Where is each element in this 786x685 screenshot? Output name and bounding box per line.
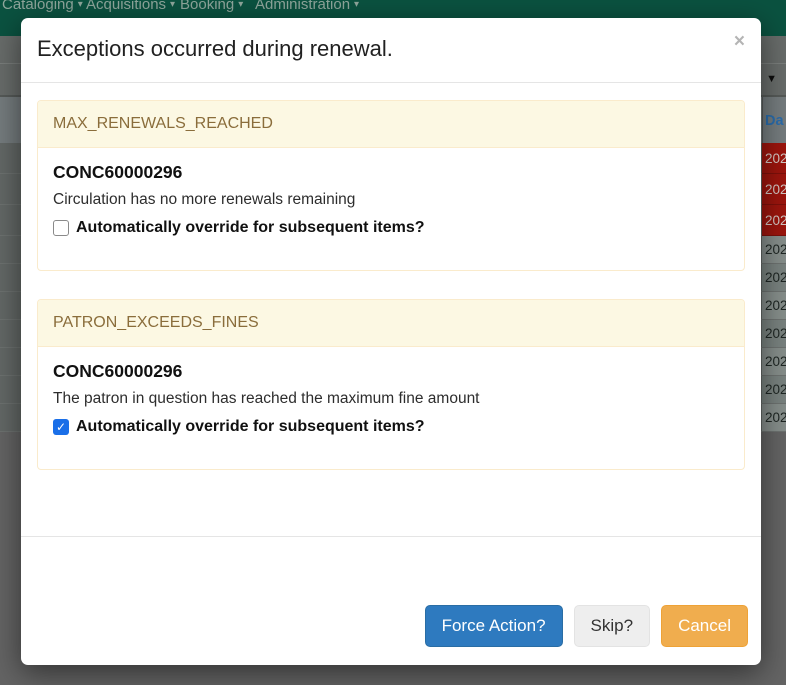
exception-code: PATRON_EXCEEDS_FINES <box>38 300 744 347</box>
exception-message: The patron in question has reached the m… <box>53 390 480 407</box>
column-header-date: Da <box>765 113 784 129</box>
item-barcode: CONC60000296 <box>53 361 183 381</box>
item-barcode: CONC60000296 <box>53 162 183 182</box>
dialog-body: MAX_RENEWALS_REACHED CONC60000296 Circul… <box>21 83 761 536</box>
menu-label: Acquisitions <box>86 0 167 13</box>
dialog-title: Exceptions occurred during renewal. <box>37 36 393 61</box>
due-date-cell: 202 <box>762 264 786 292</box>
override-row: Automatically override for subsequent it… <box>53 219 729 237</box>
menu-label: Booking <box>180 0 235 13</box>
due-date-cell: 202 <box>762 143 786 174</box>
menu-booking[interactable]: Booking ▾ <box>180 0 243 13</box>
menu-administration[interactable]: Administration ▾ <box>255 0 359 13</box>
chevron-down-icon: ▾ <box>354 0 360 10</box>
chevron-down-icon: ▾ <box>77 0 83 10</box>
close-icon[interactable]: × <box>734 32 745 51</box>
dialog-footer: Force Action? Skip? Cancel <box>21 536 761 665</box>
menu-acquisitions[interactable]: Acquisitions ▾ <box>86 0 175 13</box>
due-date-cell: 202 <box>762 376 786 404</box>
due-date-cell: 202 <box>762 404 786 432</box>
cancel-button[interactable]: Cancel <box>661 605 748 647</box>
chevron-down-icon: ▾ <box>238 0 244 10</box>
exception-panel-body: CONC60000296 Circulation has no more ren… <box>38 148 744 270</box>
due-date-cell: 202 <box>762 292 786 320</box>
due-date-cell: 202 <box>762 320 786 348</box>
exception-message: Circulation has no more renewals remaini… <box>53 191 356 208</box>
menu-label: Cataloging <box>2 0 74 13</box>
exception-panel-max-renewals: MAX_RENEWALS_REACHED CONC60000296 Circul… <box>37 100 745 271</box>
force-action-button[interactable]: Force Action? <box>424 605 563 647</box>
due-date-cell: 202 <box>762 348 786 376</box>
due-date-cell: 202 <box>762 236 786 264</box>
override-label[interactable]: Automatically override for subsequent it… <box>76 219 425 237</box>
column-picker-caret-icon: ▼ <box>766 73 777 85</box>
renewal-exceptions-dialog: Exceptions occurred during renewal. × MA… <box>21 18 761 665</box>
due-date-cell: 202 <box>762 205 786 236</box>
dialog-header: Exceptions occurred during renewal. × <box>21 18 761 83</box>
override-checkbox[interactable] <box>53 220 69 236</box>
chevron-down-icon: ▾ <box>170 0 176 10</box>
override-label[interactable]: Automatically override for subsequent it… <box>76 418 425 436</box>
exception-panel-patron-fines: PATRON_EXCEEDS_FINES CONC60000296 The pa… <box>37 299 745 470</box>
exception-code: MAX_RENEWALS_REACHED <box>38 101 744 148</box>
exception-panel-body: CONC60000296 The patron in question has … <box>38 347 744 469</box>
menu-label: Administration <box>255 0 351 13</box>
menu-cataloging[interactable]: Cataloging ▾ <box>2 0 83 13</box>
skip-button[interactable]: Skip? <box>573 605 651 647</box>
override-checkbox[interactable]: ✓ <box>53 419 69 435</box>
override-row: ✓ Automatically override for subsequent … <box>53 418 729 436</box>
due-date-cell: 202 <box>762 174 786 205</box>
